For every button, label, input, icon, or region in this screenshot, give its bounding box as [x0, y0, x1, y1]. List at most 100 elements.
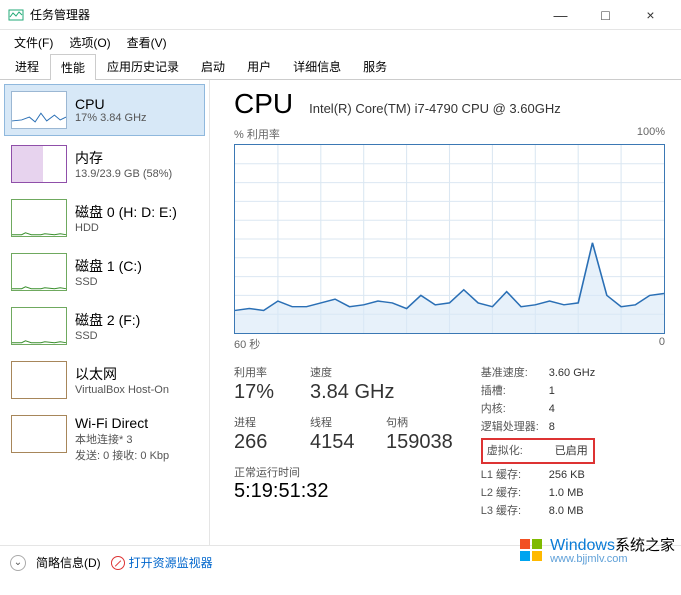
resmon-icon — [111, 556, 125, 570]
maximize-button[interactable]: □ — [583, 0, 628, 30]
page-title: CPU — [234, 88, 293, 120]
sidebar-thumb — [11, 145, 67, 183]
tab-strip: 进程性能应用历史记录启动用户详细信息服务 — [0, 54, 681, 80]
sidebar-item-title: 内存 — [75, 148, 172, 168]
detail-row: 虚拟化:已启用 — [481, 438, 595, 464]
sidebar-item-sub: 13.9/23.9 GB (58%) — [75, 168, 172, 180]
sidebar-thumb — [11, 91, 67, 129]
menu-file[interactable]: 文件(F) — [6, 32, 61, 53]
fewer-details-link[interactable]: 简略信息(D) — [36, 554, 101, 571]
window-title: 任务管理器 — [30, 6, 538, 23]
stat-block: 线程4154 — [310, 414, 368, 454]
detail-key: 逻辑处理器: — [481, 418, 549, 436]
detail-value: 8.0 MB — [549, 502, 584, 520]
sidebar-item-sub: 17% 3.84 GHz — [75, 112, 147, 124]
sidebar-item-0[interactable]: CPU17% 3.84 GHz — [4, 84, 205, 136]
close-button[interactable]: × — [628, 0, 673, 30]
open-resmon-link[interactable]: 打开资源监视器 — [111, 554, 213, 571]
sidebar-item-sub: 本地连接* 3 — [75, 431, 169, 447]
sidebar-item-sub2: 发送: 0 接收: 0 Kbp — [75, 447, 169, 463]
sidebar-thumb — [11, 253, 67, 291]
detail-row: 内核:4 — [481, 400, 595, 418]
sidebar-item-3[interactable]: 磁盘 1 (C:)SSD — [4, 246, 205, 298]
detail-value: 256 KB — [549, 466, 585, 484]
tab-2[interactable]: 应用历史记录 — [96, 53, 190, 79]
minimize-button[interactable]: — — [538, 0, 583, 30]
detail-key: 虚拟化: — [487, 442, 555, 460]
detail-row: L3 缓存:8.0 MB — [481, 502, 595, 520]
detail-value: 3.60 GHz — [549, 364, 595, 382]
detail-value: 1.0 MB — [549, 484, 584, 502]
stat-label: 速度 — [310, 364, 394, 380]
sidebar-item-title: CPU — [75, 96, 147, 112]
stat-value: 4154 — [310, 431, 368, 454]
tab-6[interactable]: 服务 — [352, 53, 398, 79]
sidebar-item-title: 磁盘 2 (F:) — [75, 310, 140, 330]
cpu-model: Intel(R) Core(TM) i7-4790 CPU @ 3.60GHz — [309, 101, 561, 116]
detail-value: 8 — [549, 418, 555, 436]
titlebar: 任务管理器 — □ × — [0, 0, 681, 30]
stat-label: 线程 — [310, 414, 368, 430]
menu-options[interactable]: 选项(O) — [61, 32, 118, 53]
sidebar-item-title: 以太网 — [75, 364, 169, 384]
menubar: 文件(F) 选项(O) 查看(V) — [0, 30, 681, 54]
sidebar-item-1[interactable]: 内存13.9/23.9 GB (58%) — [4, 138, 205, 190]
tab-4[interactable]: 用户 — [236, 53, 282, 79]
stat-value: 3.84 GHz — [310, 381, 394, 404]
chart-xmin: 60 秒 — [234, 336, 260, 352]
tab-0[interactable]: 进程 — [4, 53, 50, 79]
stat-block: 速度3.84 GHz — [310, 364, 394, 404]
uptime-label: 正常运行时间 — [234, 464, 453, 480]
detail-grid: 基准速度:3.60 GHz插槽:1内核:4逻辑处理器:8 虚拟化:已启用 L1 缓存… — [481, 364, 595, 520]
tab-5[interactable]: 详细信息 — [282, 53, 352, 79]
stat-label: 进程 — [234, 414, 292, 430]
menu-view[interactable]: 查看(V) — [119, 32, 175, 53]
watermark: Windows系统之家 www.bjjmlv.com — [518, 534, 675, 565]
sidebar-item-title: Wi-Fi Direct — [75, 415, 169, 431]
sidebar-item-title: 磁盘 1 (C:) — [75, 256, 142, 276]
sidebar-thumb — [11, 361, 67, 399]
sidebar-item-sub: HDD — [75, 222, 177, 234]
sidebar-item-sub: VirtualBox Host-On — [75, 384, 169, 396]
detail-key: 插槽: — [481, 382, 549, 400]
detail-row: 逻辑处理器:8 — [481, 418, 595, 436]
detail-value: 已启用 — [555, 442, 588, 460]
tab-3[interactable]: 启动 — [190, 53, 236, 79]
windows-logo-icon — [518, 537, 544, 563]
sidebar-item-5[interactable]: 以太网VirtualBox Host-On — [4, 354, 205, 406]
detail-key: L1 缓存: — [481, 466, 549, 484]
detail-row: L2 缓存:1.0 MB — [481, 484, 595, 502]
chart-ymax: 100% — [637, 126, 665, 142]
chart-xmax: 0 — [659, 336, 665, 352]
detail-row: L1 缓存:256 KB — [481, 466, 595, 484]
uptime-value: 5:19:51:32 — [234, 480, 453, 503]
stat-block: 句柄159038 — [386, 414, 453, 454]
sidebar-item-4[interactable]: 磁盘 2 (F:)SSD — [4, 300, 205, 352]
sidebar-item-title: 磁盘 0 (H: D: E:) — [75, 202, 177, 222]
sidebar-item-2[interactable]: 磁盘 0 (H: D: E:)HDD — [4, 192, 205, 244]
tab-1[interactable]: 性能 — [50, 54, 96, 80]
chart-ylabel: % 利用率 — [234, 126, 280, 142]
detail-key: L3 缓存: — [481, 502, 549, 520]
sidebar-item-sub: SSD — [75, 276, 142, 288]
stat-label: 句柄 — [386, 414, 453, 430]
detail-value: 4 — [549, 400, 555, 418]
detail-value: 1 — [549, 382, 555, 400]
stat-value: 266 — [234, 431, 292, 454]
detail-key: 内核: — [481, 400, 549, 418]
sidebar-thumb — [11, 307, 67, 345]
sidebar-thumb — [11, 199, 67, 237]
cpu-utilization-chart — [234, 144, 665, 334]
stat-block: 利用率17% — [234, 364, 292, 404]
sidebar-item-6[interactable]: Wi-Fi Direct本地连接* 3发送: 0 接收: 0 Kbp — [4, 408, 205, 470]
collapse-icon[interactable]: ⌄ — [10, 555, 26, 571]
stat-label: 利用率 — [234, 364, 292, 380]
main-panel: CPU Intel(R) Core(TM) i7-4790 CPU @ 3.60… — [210, 80, 681, 545]
stat-value: 17% — [234, 381, 292, 404]
stat-block: 进程266 — [234, 414, 292, 454]
app-icon — [8, 7, 24, 23]
sidebar: CPU17% 3.84 GHz内存13.9/23.9 GB (58%)磁盘 0 … — [0, 80, 210, 545]
detail-key: 基准速度: — [481, 364, 549, 382]
sidebar-item-sub: SSD — [75, 330, 140, 342]
stat-value: 159038 — [386, 431, 453, 454]
